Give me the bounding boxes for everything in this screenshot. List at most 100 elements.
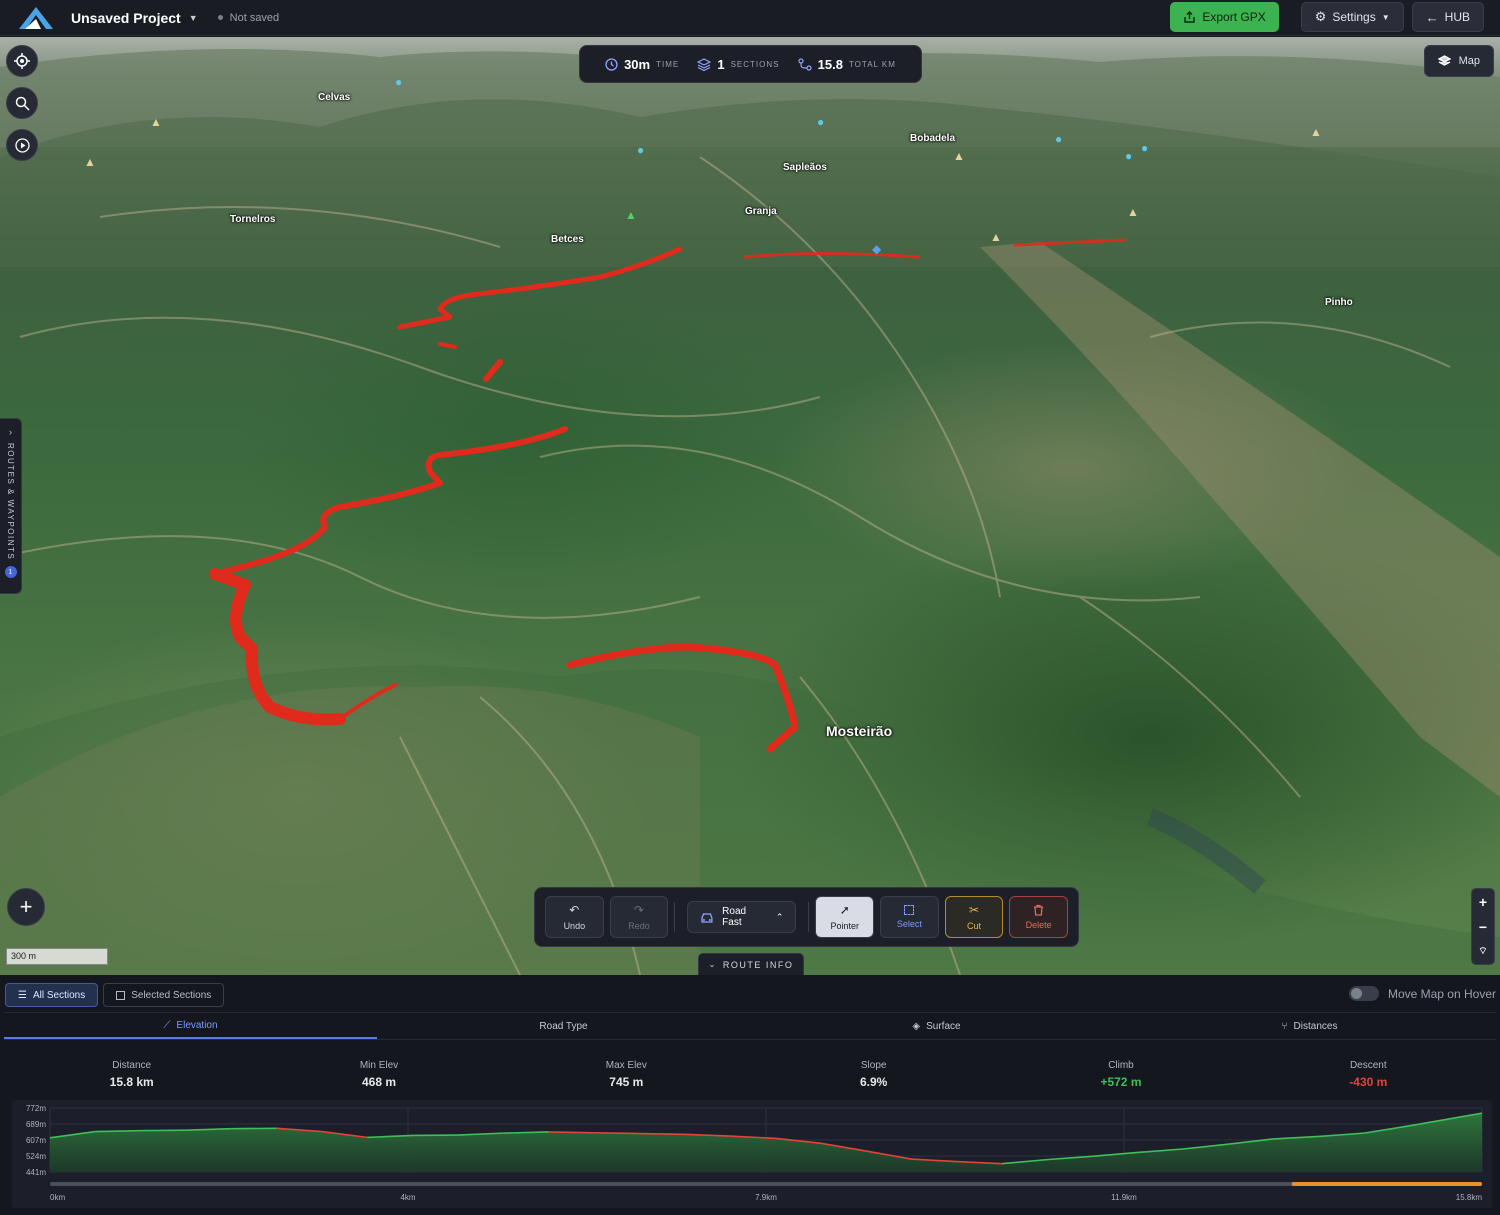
time-stat: 30m TIME bbox=[605, 57, 679, 72]
cut-tool-button[interactable]: ✂ Cut bbox=[944, 896, 1004, 938]
tab-elevation[interactable]: ⟋ Elevation bbox=[4, 1013, 377, 1039]
export-icon bbox=[1184, 10, 1196, 23]
poi-marker-icon[interactable]: ● bbox=[1055, 132, 1062, 146]
poi-marker-icon[interactable]: ● bbox=[637, 143, 644, 157]
poi-marker-icon[interactable]: ● bbox=[1141, 141, 1148, 155]
place-label: Pinho bbox=[1325, 297, 1353, 308]
total-km-label: TOTAL KM bbox=[848, 59, 896, 69]
metric-label: Climb bbox=[1108, 1060, 1134, 1071]
scissors-icon: ✂ bbox=[969, 903, 980, 917]
select-tool-button[interactable]: Select bbox=[880, 896, 939, 938]
y-tick-label: 607m bbox=[26, 1136, 46, 1145]
move-map-hover-toggle[interactable]: Move Map on Hover bbox=[1348, 986, 1496, 1001]
undo-button[interactable]: ↶ Undo bbox=[545, 896, 604, 938]
total-km-value: 15.8 bbox=[817, 56, 843, 72]
compass-button[interactable]: ⌔ bbox=[1472, 939, 1494, 964]
delete-tool-button[interactable]: Delete bbox=[1009, 896, 1068, 938]
select-label: Select bbox=[896, 919, 922, 929]
peak-marker-icon[interactable]: ▲ bbox=[84, 155, 96, 169]
panel-tabs: ⟋ Elevation Road Type ◈ Surface ⑂ Distan… bbox=[4, 1012, 1496, 1040]
pointer-tool-button[interactable]: ➚ Pointer bbox=[815, 896, 875, 938]
car-icon bbox=[701, 912, 713, 923]
campsite-marker-icon[interactable]: ▲ bbox=[625, 208, 637, 222]
export-gpx-label: Export GPX bbox=[1202, 10, 1266, 24]
metric-label: Distance bbox=[112, 1060, 152, 1071]
peak-marker-icon[interactable]: ▲ bbox=[1127, 205, 1139, 219]
hub-button[interactable]: ← HUB bbox=[1411, 2, 1484, 32]
peak-marker-icon[interactable]: ▲ bbox=[150, 115, 162, 129]
metric-value: 15.8 km bbox=[109, 1075, 154, 1089]
add-button[interactable]: + bbox=[7, 888, 45, 926]
metric-value: +572 m bbox=[1100, 1075, 1142, 1089]
search-button[interactable] bbox=[6, 87, 38, 119]
road-type-dropdown[interactable]: Road Fast ⌃ bbox=[687, 901, 797, 933]
elevation-chart[interactable]: 772m 689m 607m 524m 441m 0km 4km 7.9km 11.9km 15.… bbox=[12, 1100, 1492, 1208]
zoom-out-button[interactable]: − bbox=[1472, 914, 1494, 939]
map-style-button[interactable]: Map bbox=[1423, 45, 1494, 77]
top-bar: Unsaved Project ▼ Not saved Export GPX ⚙… bbox=[0, 0, 1500, 36]
redo-button[interactable]: ↷ Redo bbox=[609, 896, 669, 938]
chevron-up-icon: ⌃ bbox=[775, 911, 784, 922]
elevation-metrics: Distance 15.8 km Min Elev 468 m Max Elev… bbox=[8, 1060, 1492, 1089]
metric-climb: Climb +572 m bbox=[997, 1060, 1244, 1089]
pointer-label: Pointer bbox=[830, 921, 860, 931]
layers-icon bbox=[697, 57, 712, 71]
settings-button[interactable]: ⚙ Settings ▼ bbox=[1300, 2, 1404, 32]
metric-slope: Slope 6.9% bbox=[750, 1060, 997, 1089]
peak-marker-icon[interactable]: ▲ bbox=[953, 149, 965, 163]
tab-label: Distances bbox=[1293, 1020, 1338, 1032]
routes-waypoints-label: ROUTES & WAYPOINTS bbox=[6, 443, 15, 561]
poi-marker-icon[interactable]: ● bbox=[395, 75, 402, 89]
chevron-down-icon: ▼ bbox=[1381, 12, 1390, 22]
y-tick-label: 689m bbox=[26, 1120, 46, 1129]
map-left-tools bbox=[6, 45, 38, 161]
elevation-segment-climb bbox=[95, 1129, 141, 1133]
peak-marker-icon[interactable]: ▲ bbox=[1310, 125, 1322, 139]
select-box-icon bbox=[904, 905, 915, 915]
branch-icon: ⑂ bbox=[1281, 1020, 1288, 1032]
all-sections-button[interactable]: ☰ All Sections bbox=[5, 983, 99, 1007]
poi-marker-icon[interactable]: ● bbox=[1125, 149, 1132, 163]
metric-max-elev: Max Elev 745 m bbox=[503, 1060, 750, 1089]
sections-value: 1 bbox=[717, 56, 725, 72]
tab-road-type[interactable]: Road Type bbox=[377, 1013, 750, 1039]
layers-icon bbox=[1437, 55, 1451, 66]
route-info-toggle[interactable]: ⌄ ROUTE INFO bbox=[698, 953, 804, 975]
toggle-switch[interactable] bbox=[1348, 986, 1379, 1001]
tab-label: Elevation bbox=[176, 1019, 218, 1031]
export-gpx-button[interactable]: Export GPX bbox=[1170, 2, 1279, 32]
y-tick-label: 524m bbox=[26, 1152, 46, 1161]
app-logo-icon[interactable] bbox=[17, 5, 55, 31]
place-label: Betces bbox=[551, 234, 584, 245]
project-title[interactable]: Unsaved Project bbox=[71, 10, 181, 26]
play-icon bbox=[14, 137, 30, 153]
move-map-hover-label: Move Map on Hover bbox=[1387, 986, 1496, 1001]
metric-distance: Distance 15.8 km bbox=[8, 1060, 255, 1089]
play-flyover-button[interactable] bbox=[6, 129, 38, 161]
status-dot-icon bbox=[217, 15, 223, 20]
chevron-down-icon[interactable]: ▼ bbox=[189, 13, 198, 23]
time-value: 30m bbox=[624, 56, 651, 72]
peak-marker-icon[interactable]: ▲ bbox=[990, 230, 1002, 244]
route-toolbar: ↶ Undo ↷ Redo Road Fast ⌃ ➚ Pointer Sele… bbox=[534, 887, 1079, 947]
tab-surface[interactable]: ◈ Surface bbox=[750, 1013, 1123, 1039]
metric-label: Descent bbox=[1349, 1060, 1387, 1071]
routes-waypoints-tab[interactable]: › ROUTES & WAYPOINTS 1 bbox=[0, 418, 22, 594]
selected-sections-button[interactable]: Selected Sections bbox=[103, 983, 225, 1007]
metric-value: 468 m bbox=[361, 1075, 396, 1089]
route-icon bbox=[798, 57, 812, 71]
waypoint-marker-icon[interactable]: ◆ bbox=[872, 242, 881, 256]
tab-distances[interactable]: ⑂ Distances bbox=[1123, 1013, 1496, 1039]
poi-marker-icon[interactable]: ● bbox=[817, 115, 824, 129]
zoom-in-button[interactable]: + bbox=[1472, 889, 1494, 914]
elevation-segment-descent bbox=[593, 1131, 640, 1135]
save-status-text: Not saved bbox=[229, 11, 280, 24]
map-canvas[interactable]: Celvas Tornelros Bobadela Sapleãos Granj… bbox=[0, 37, 1500, 975]
section-filter: ☰ All Sections Selected Sections bbox=[5, 983, 225, 1007]
locate-button[interactable] bbox=[6, 45, 38, 77]
terrain-layer bbox=[0, 49, 1500, 975]
distance-track bbox=[50, 1182, 1482, 1186]
route-stats-pill: 30m TIME 1 SECTIONS 15.8 TOTAL KM bbox=[579, 45, 922, 83]
cut-label: Cut bbox=[967, 921, 982, 931]
arrow-left-icon: ← bbox=[1425, 9, 1439, 25]
